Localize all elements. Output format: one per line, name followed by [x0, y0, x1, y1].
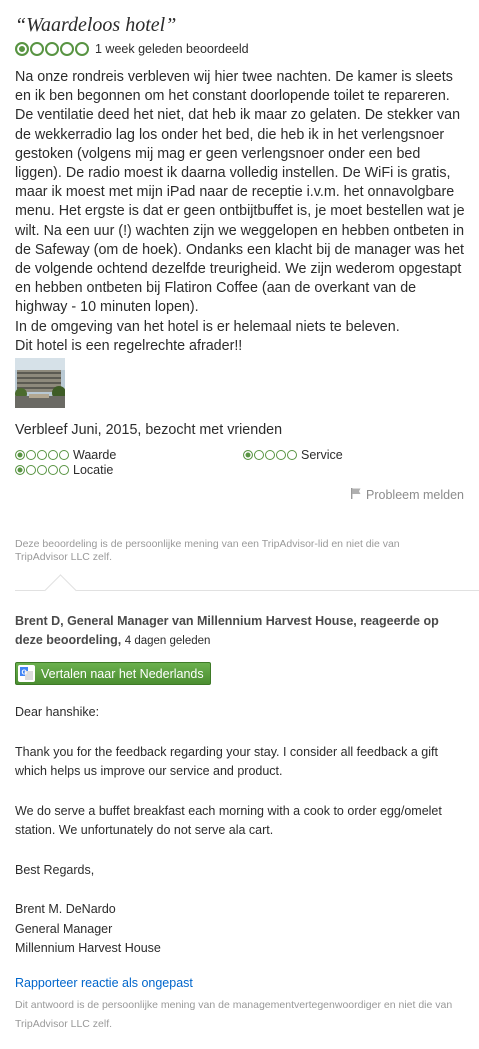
translate-label: Vertalen naar het Nederlands [41, 666, 204, 681]
response-paragraph: Thank you for the feedback regarding you… [15, 744, 438, 779]
bubble-empty-icon [26, 450, 36, 460]
response-paragraph: Best Regards, [15, 862, 95, 877]
bubble-empty-icon [287, 450, 297, 460]
sub-rating-service: Service [243, 448, 343, 462]
translate-button[interactable]: G Vertalen naar het Nederlands [15, 662, 211, 685]
bubble-empty-icon [45, 42, 59, 56]
bubble-empty-icon [60, 42, 74, 56]
bubble-empty-icon [276, 450, 286, 460]
section-divider [15, 590, 479, 591]
sub-rating-bubbles [243, 450, 297, 460]
review-title[interactable]: “Waardeloos hotel” [15, 14, 176, 37]
bubble-empty-icon [59, 465, 69, 475]
bubble-empty-icon [37, 450, 47, 460]
review-photo-thumbnail[interactable] [15, 358, 65, 408]
response-paragraph: We do serve a buffet breakfast each morn… [15, 803, 442, 838]
svg-text:G: G [22, 670, 28, 677]
report-problem-label: Probleem melden [366, 487, 464, 502]
responder-line: Brent D, General Manager van Millennium … [15, 612, 465, 651]
signature-line: General Manager [15, 921, 113, 936]
rating-bubbles [15, 42, 89, 56]
sub-rating-label: Locatie [73, 463, 114, 477]
report-response-link[interactable]: Rapporteer reactie als ongepast [15, 976, 193, 990]
signature-line: Millennium Harvest House [15, 941, 161, 955]
bubble-filled-icon [15, 42, 29, 56]
rating-row: 1 week geleden beoordeeld [15, 42, 249, 56]
bubble-empty-icon [75, 42, 89, 56]
review-paragraph: Na onze rondreis verbleven wij hier twee… [15, 69, 465, 316]
review-paragraph: In de omgeving van het hotel is er helem… [15, 318, 400, 335]
bubble-filled-icon [15, 450, 25, 460]
response-pointer [44, 574, 77, 607]
signature-line: Brent M. DeNardo [15, 902, 116, 916]
review-date: 1 week geleden beoordeeld [95, 42, 249, 56]
review-paragraph: Dit hotel is een regelrechte afrader!! [15, 337, 243, 354]
bubble-empty-icon [254, 450, 264, 460]
bubble-empty-icon [59, 450, 69, 460]
sub-rating-label: Service [301, 448, 343, 462]
responder-name: Brent D, General Manager van Millennium … [15, 614, 439, 647]
review-text: Na onze rondreis verbleven wij hier twee… [15, 68, 470, 356]
bubble-empty-icon [26, 465, 36, 475]
bubble-empty-icon [48, 450, 58, 460]
response-disclaimer: Dit antwoord is de persoonlijke mening v… [15, 999, 453, 1030]
sub-rating-locatie: Locatie [15, 463, 113, 477]
google-translate-icon: G [18, 665, 35, 682]
sub-rating-waarde: Waarde [15, 448, 116, 462]
response-body: Dear hanshike: Thank you for the feedbac… [15, 703, 465, 959]
sub-rating-bubbles [15, 465, 69, 475]
bubble-empty-icon [30, 42, 44, 56]
bubble-empty-icon [265, 450, 275, 460]
sub-rating-bubbles [15, 450, 69, 460]
response-date: 4 dagen geleden [124, 635, 211, 647]
report-problem-link[interactable]: Probleem melden [350, 487, 464, 502]
sub-rating-label: Waarde [73, 448, 117, 462]
review-disclaimer: Deze beoordeling is de persoonlijke meni… [15, 538, 400, 563]
flag-icon [350, 487, 362, 502]
bubble-filled-icon [243, 450, 253, 460]
bubble-empty-icon [48, 465, 58, 475]
bubble-filled-icon [15, 465, 25, 475]
stay-info: Verbleef Juni, 2015, bezocht met vriende… [15, 422, 283, 438]
bubble-empty-icon [37, 465, 47, 475]
response-greeting: Dear hanshike: [15, 705, 100, 719]
